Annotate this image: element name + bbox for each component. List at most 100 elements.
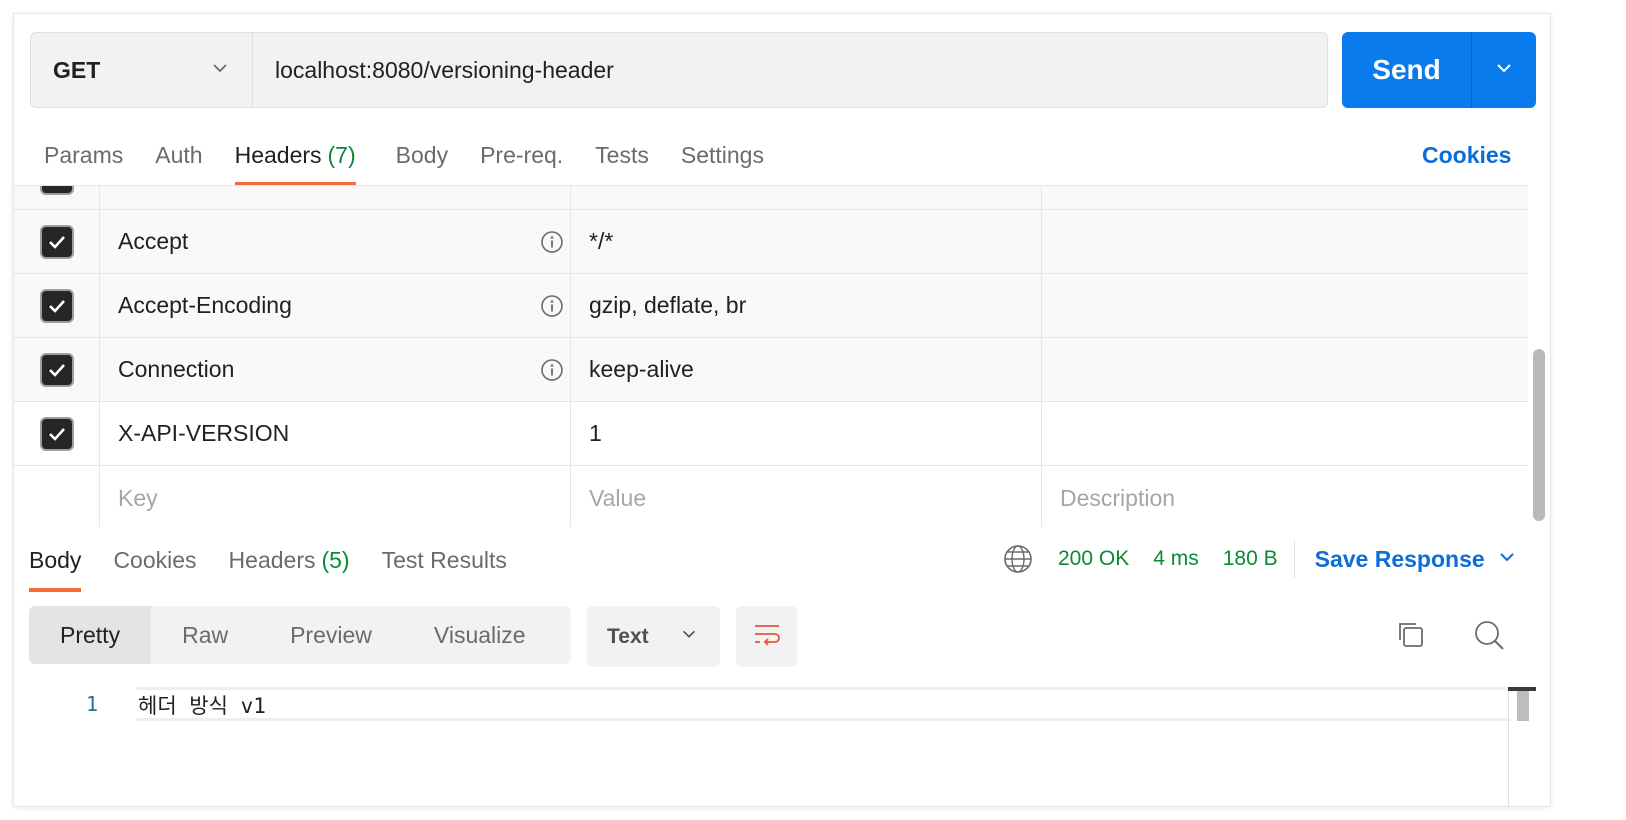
wrap-lines-icon bbox=[751, 618, 783, 655]
tab-label: Settings bbox=[680, 141, 764, 168]
new-value-input[interactable]: Value bbox=[571, 466, 1042, 527]
method-label: GET bbox=[53, 56, 101, 83]
send-options-button[interactable] bbox=[1472, 32, 1536, 108]
description-placeholder: Description bbox=[1060, 484, 1176, 511]
tab-label: Params bbox=[44, 141, 124, 168]
row-checkbox-cell bbox=[14, 186, 100, 209]
editor-scroll-track bbox=[1508, 687, 1509, 806]
tab-label: Headers bbox=[234, 141, 322, 168]
table-row bbox=[14, 186, 1528, 210]
response-tab-test-results[interactable]: Test Results bbox=[382, 529, 507, 591]
row-checkbox[interactable] bbox=[39, 416, 74, 451]
search-icon[interactable] bbox=[1472, 618, 1506, 652]
new-key-input[interactable]: Key bbox=[100, 466, 571, 527]
header-value: */* bbox=[589, 228, 614, 254]
headers-scrollbar[interactable] bbox=[1533, 349, 1545, 521]
view-pretty-button[interactable]: Pretty bbox=[29, 606, 152, 664]
response-tab-body[interactable]: Body bbox=[29, 529, 82, 592]
value-placeholder: Value bbox=[589, 484, 647, 511]
tab-body[interactable]: Body bbox=[396, 126, 448, 184]
response-tab-headers[interactable]: Headers (5) bbox=[229, 529, 350, 591]
tab-label: Headers bbox=[228, 546, 316, 573]
tab-pre-request[interactable]: Pre-req. bbox=[480, 126, 563, 184]
row-checkbox-cell bbox=[14, 338, 100, 401]
view-visualize-button[interactable]: Visualize bbox=[403, 606, 557, 664]
view-raw-button[interactable]: Raw bbox=[151, 606, 259, 664]
status-code[interactable]: 200 OK bbox=[1058, 547, 1129, 571]
send-button[interactable]: Send bbox=[1342, 32, 1472, 108]
response-tabs: Body Cookies Headers (5) Test Results bbox=[29, 529, 539, 592]
format-select[interactable]: Text bbox=[587, 606, 720, 667]
key-placeholder: Key bbox=[118, 484, 158, 511]
editor-scrollbar[interactable] bbox=[1517, 691, 1529, 721]
divider bbox=[1293, 540, 1295, 578]
header-value: 1 bbox=[589, 420, 602, 446]
tab-params[interactable]: Params bbox=[44, 126, 123, 184]
url-text: localhost:8080/versioning-header bbox=[275, 56, 614, 83]
globe-icon[interactable] bbox=[1002, 543, 1034, 575]
tab-count-badge: (5) bbox=[321, 546, 350, 573]
tab-auth[interactable]: Auth bbox=[155, 126, 202, 184]
tab-label: Pre-req. bbox=[480, 141, 564, 168]
save-response-button[interactable]: Save Response bbox=[1315, 546, 1517, 573]
header-key-cell[interactable]: Connection bbox=[100, 338, 571, 401]
header-value-cell[interactable]: gzip, deflate, br bbox=[571, 274, 1042, 337]
view-preview-button[interactable]: Preview bbox=[259, 606, 403, 664]
row-checkbox-cell bbox=[14, 466, 100, 527]
info-icon[interactable] bbox=[540, 358, 564, 382]
url-input[interactable]: localhost:8080/versioning-header bbox=[253, 33, 1327, 107]
row-checkbox[interactable] bbox=[39, 186, 74, 195]
header-value: gzip, deflate, br bbox=[589, 292, 747, 318]
tab-label: Body bbox=[395, 141, 449, 168]
row-checkbox-cell bbox=[14, 274, 100, 337]
cookies-link[interactable]: Cookies bbox=[1422, 142, 1511, 169]
info-icon[interactable] bbox=[540, 294, 564, 318]
new-description-input[interactable]: Description bbox=[1042, 466, 1528, 527]
header-value-cell[interactable] bbox=[571, 186, 1042, 209]
response-body-text[interactable]: 헤더 방식 v1 bbox=[138, 690, 266, 720]
table-row: Accept */* bbox=[14, 210, 1528, 274]
tab-label: Tests bbox=[595, 141, 649, 168]
row-checkbox[interactable] bbox=[39, 288, 74, 323]
tab-label: Test Results bbox=[381, 546, 507, 573]
header-description-cell[interactable] bbox=[1042, 186, 1528, 209]
header-key-cell[interactable]: X-API-VERSION bbox=[100, 402, 571, 465]
header-value-cell[interactable]: keep-alive bbox=[571, 338, 1042, 401]
header-key-cell[interactable]: Accept bbox=[100, 210, 571, 273]
header-description-cell[interactable] bbox=[1042, 402, 1528, 465]
header-value-cell[interactable]: 1 bbox=[571, 402, 1042, 465]
copy-icon[interactable] bbox=[1394, 618, 1428, 652]
url-bar: GET localhost:8080/versioning-header bbox=[30, 32, 1328, 108]
header-key: Accept-Encoding bbox=[118, 292, 292, 318]
postman-request-panel: GET localhost:8080/versioning-header Sen… bbox=[14, 14, 1550, 806]
response-size[interactable]: 180 B bbox=[1223, 547, 1278, 571]
tab-label: Body bbox=[29, 546, 82, 573]
header-key-cell[interactable]: Accept-Encoding bbox=[100, 274, 571, 337]
view-mode-group: Pretty Raw Preview Visualize bbox=[29, 606, 571, 664]
response-time[interactable]: 4 ms bbox=[1153, 547, 1199, 571]
chevron-down-icon bbox=[1494, 58, 1514, 83]
header-value: keep-alive bbox=[589, 356, 694, 382]
row-checkbox[interactable] bbox=[39, 224, 74, 259]
header-key: Accept bbox=[118, 228, 189, 254]
info-icon[interactable] bbox=[540, 230, 564, 254]
line-number: 1 bbox=[85, 692, 98, 716]
tab-settings[interactable]: Settings bbox=[681, 126, 764, 184]
method-select[interactable]: GET bbox=[31, 33, 253, 107]
header-description-cell[interactable] bbox=[1042, 210, 1528, 273]
table-row: X-API-VERSION 1 bbox=[14, 402, 1528, 466]
format-label: Text bbox=[607, 624, 649, 648]
tab-label: Auth bbox=[155, 141, 203, 168]
tab-tests[interactable]: Tests bbox=[595, 126, 649, 184]
wrap-lines-button[interactable] bbox=[736, 606, 797, 667]
header-description-cell[interactable] bbox=[1042, 274, 1528, 337]
header-description-cell[interactable] bbox=[1042, 338, 1528, 401]
header-key-cell[interactable] bbox=[100, 186, 571, 209]
header-value-cell[interactable]: */* bbox=[571, 210, 1042, 273]
table-row: Connection keep-alive bbox=[14, 338, 1528, 402]
headers-table: Accept */* Accept-Encoding gzip, deflate bbox=[14, 185, 1528, 527]
save-response-label: Save Response bbox=[1314, 545, 1485, 572]
tab-headers[interactable]: Headers (7) bbox=[234, 126, 356, 186]
response-tab-cookies[interactable]: Cookies bbox=[113, 529, 196, 591]
row-checkbox[interactable] bbox=[39, 352, 74, 387]
